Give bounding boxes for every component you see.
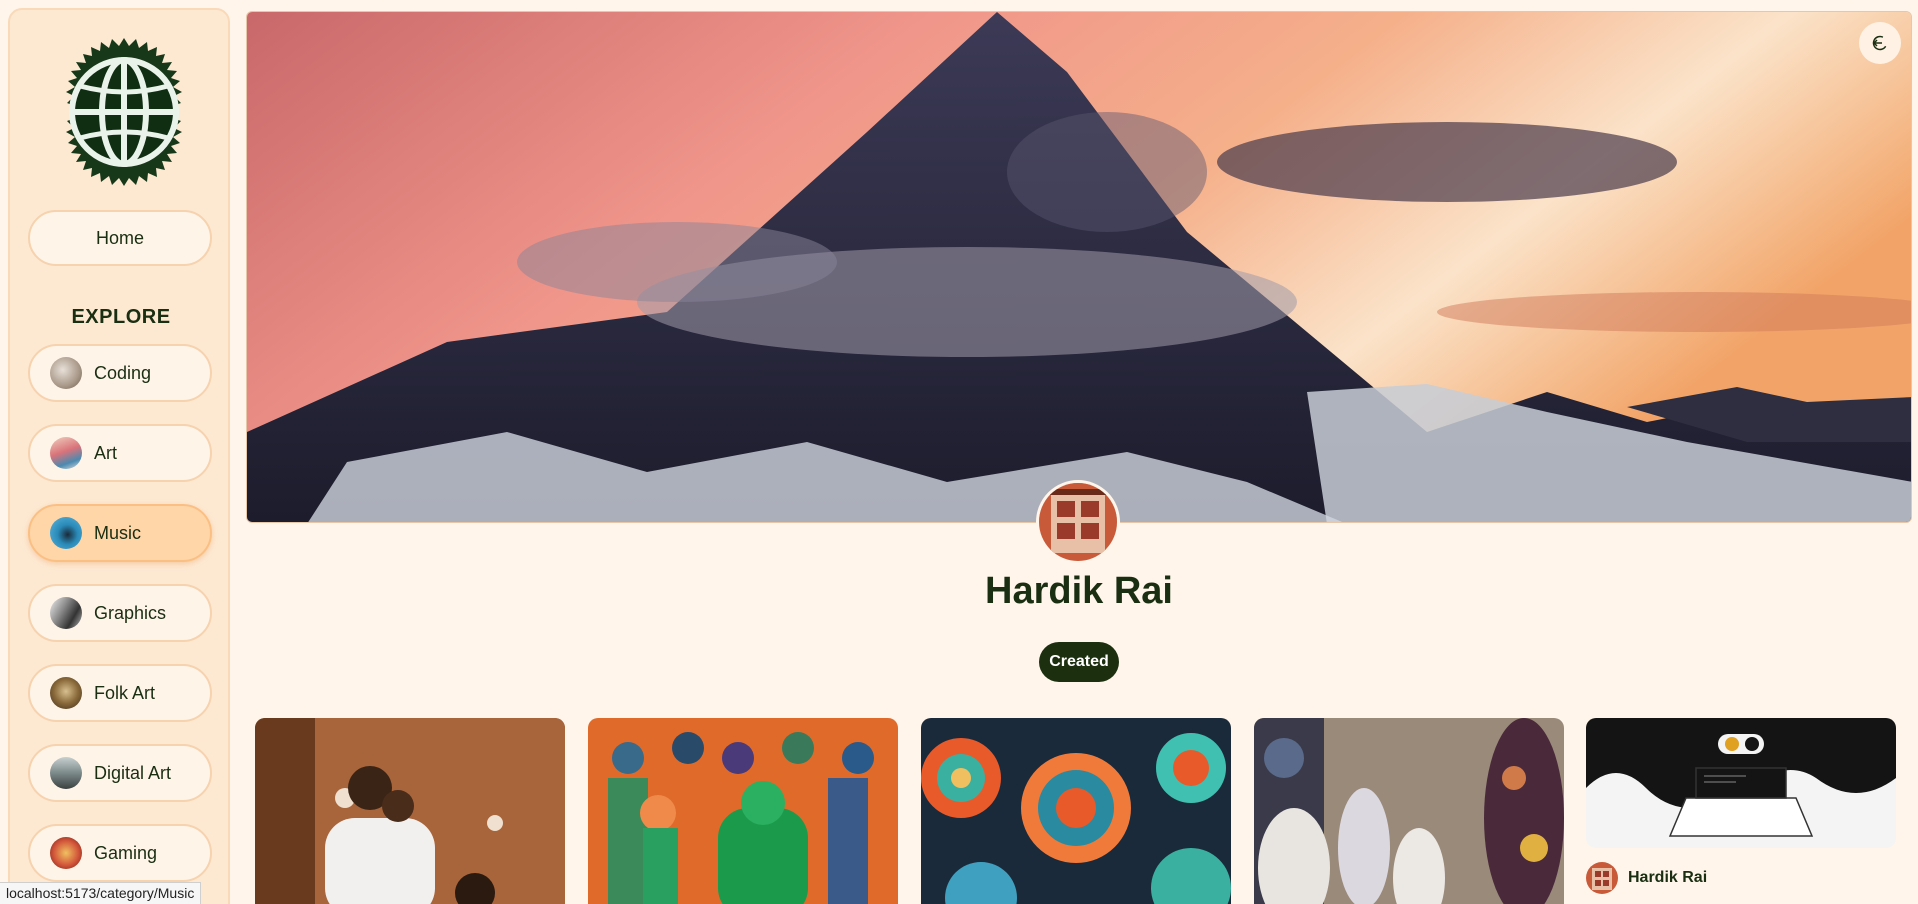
anime-characters-thumb xyxy=(588,718,898,904)
pin-card[interactable] xyxy=(921,718,1231,904)
pottery-vases-thumb xyxy=(1254,718,1564,904)
tab-created[interactable]: Created xyxy=(1039,642,1119,682)
globe-logo-icon[interactable] xyxy=(48,36,200,188)
category-music[interactable]: Music xyxy=(28,504,212,562)
category-label: Music xyxy=(94,522,142,543)
pin-card[interactable] xyxy=(255,718,565,904)
pin-card[interactable] xyxy=(1586,718,1896,848)
laptop-illustration-thumb xyxy=(1586,718,1896,848)
pin-author[interactable]: Hardik Rai xyxy=(1586,862,1707,894)
sidebar: Home EXPLORE Coding Art Music Graphics F… xyxy=(8,8,230,904)
category-digital-art[interactable]: Digital Art xyxy=(28,744,212,802)
category-label: Folk Art xyxy=(94,682,156,703)
browser-status-url: localhost:5173/category/Music xyxy=(0,882,202,904)
music-thumb-icon xyxy=(50,517,82,549)
art-thumb-icon xyxy=(50,437,82,469)
category-gaming[interactable]: Gaming xyxy=(28,824,212,882)
category-folk-art[interactable]: Folk Art xyxy=(28,664,212,722)
profile-avatar xyxy=(1036,480,1120,564)
profile-banner-image xyxy=(246,11,1912,523)
pin-card[interactable] xyxy=(1254,718,1564,904)
gaming-thumb-icon xyxy=(50,837,82,869)
category-coding[interactable]: Coding xyxy=(28,344,212,402)
category-label: Digital Art xyxy=(94,762,172,783)
logout-icon xyxy=(1872,35,1888,51)
folk-art-thumb-icon xyxy=(50,677,82,709)
logout-button[interactable] xyxy=(1859,22,1901,64)
pin-card[interactable] xyxy=(588,718,898,904)
tab-created-label: Created xyxy=(1049,653,1109,670)
explore-heading: EXPLORE xyxy=(71,306,171,328)
coding-thumb-icon xyxy=(50,357,82,389)
category-label: Gaming xyxy=(94,842,158,863)
photo-family-thumb xyxy=(255,718,565,904)
category-label: Art xyxy=(94,442,118,463)
mandala-pattern-thumb xyxy=(921,718,1231,904)
category-label: Coding xyxy=(94,362,152,383)
category-art[interactable]: Art xyxy=(28,424,212,482)
nav-home-button[interactable]: Home xyxy=(28,210,212,266)
author-avatar xyxy=(1586,862,1618,894)
profile-name: Hardik Rai xyxy=(985,570,1173,612)
nav-home-label: Home xyxy=(95,227,144,248)
author-name: Hardik Rai xyxy=(1628,869,1708,886)
digital-art-thumb-icon xyxy=(50,757,82,789)
